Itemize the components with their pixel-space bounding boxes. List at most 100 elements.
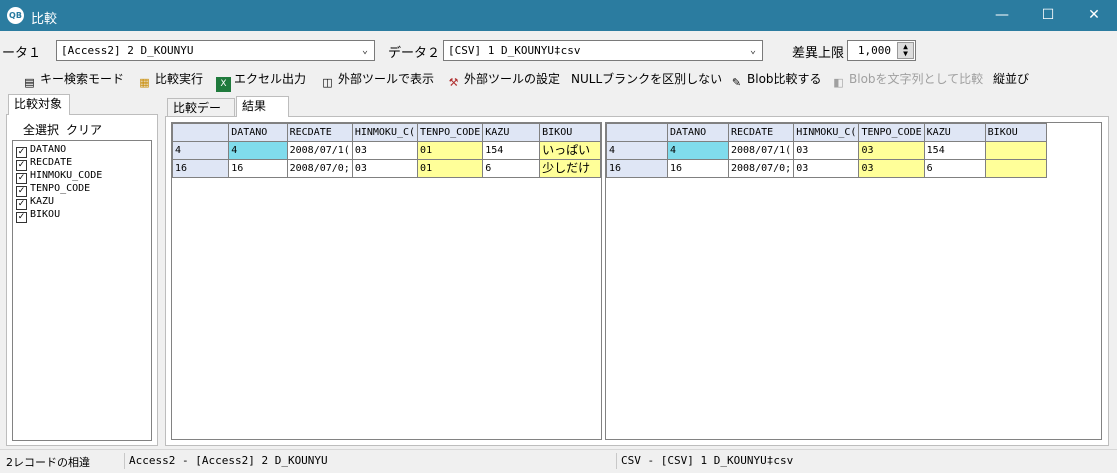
table-row[interactable]: 16 16 2008/07/0; 03 03 6 <box>606 159 1047 178</box>
excel-icon: X <box>216 77 231 92</box>
grid-cell[interactable] <box>984 159 1047 178</box>
blob-icon: ✎ <box>731 76 742 89</box>
column-header[interactable]: DATANO <box>667 123 729 142</box>
grid-cell[interactable]: 6 <box>482 159 541 178</box>
spin-arrows-icon[interactable]: ▲ ▼ <box>897 42 914 59</box>
status-left-source: Access2 - [Access2] 2 D_KOUNYU <box>129 454 328 467</box>
external-tool-view-button[interactable]: ◫ 外部ツールで表示 <box>320 70 434 89</box>
minimize-button[interactable]: — <box>979 0 1025 31</box>
grid-cell[interactable]: 2008/07/1( <box>286 141 353 160</box>
grid-cell[interactable]: 6 <box>923 159 986 178</box>
blob-as-string-button[interactable]: ◧ Blobを文字列として比較 <box>831 70 983 89</box>
row-key: 16 <box>606 159 668 178</box>
tab-compare-data[interactable]: 比較データ <box>167 98 235 133</box>
blob-compare-button[interactable]: ✎ Blob比較する <box>729 70 822 89</box>
external-view-icon: ◫ <box>322 76 333 89</box>
diff-limit-value: 1,000 <box>857 44 891 57</box>
grid-cell[interactable]: 4 <box>667 141 729 160</box>
field-checkbox[interactable]: ✓ HINMOKU_CODE <box>16 169 102 184</box>
grid-cell[interactable]: 03 <box>351 141 419 160</box>
excel-output-button[interactable]: X エクセル出力 <box>216 70 306 92</box>
column-header[interactable]: RECDATE <box>727 123 795 142</box>
chevron-down-icon: ⌄ <box>749 45 756 56</box>
grid-cell[interactable]: 4 <box>228 141 288 160</box>
grid-cell[interactable]: 少しだけ <box>539 159 601 178</box>
column-header[interactable]: DATANO <box>228 123 288 142</box>
close-button[interactable]: ✕ <box>1071 0 1117 31</box>
checkbox-checked-icon: ✓ <box>16 212 27 223</box>
tab-compare-target[interactable]: 比較対象 <box>8 94 70 115</box>
status-diff-count: 2レコードの相違 <box>6 456 90 469</box>
right-result-grid[interactable]: DATANO RECDATE HINMOKU_C( TENPO_CODE KAZ… <box>605 122 1102 440</box>
external-tool-settings-button[interactable]: ⚒ 外部ツールの設定 <box>446 70 560 89</box>
grid-cell[interactable]: 03 <box>793 141 860 160</box>
status-bar: 2レコードの相違 Access2 - [Access2] 2 D_KOUNYU … <box>0 449 1117 473</box>
status-divider <box>124 453 125 469</box>
column-header[interactable]: BIKOU <box>539 123 601 142</box>
null-blank-toggle[interactable]: NULLブランクを区別しない <box>571 70 722 88</box>
grid-cell[interactable]: 03 <box>793 159 860 178</box>
diff-limit-spinner[interactable]: 1,000 ▲ ▼ <box>847 40 916 61</box>
chevron-down-icon: ⌄ <box>361 45 368 56</box>
grid-cell[interactable]: 154 <box>923 141 986 160</box>
grid-cell[interactable]: 16 <box>667 159 729 178</box>
status-divider <box>616 453 617 469</box>
column-header[interactable]: BIKOU <box>984 123 1047 142</box>
field-checklist: ✓ DATANO ✓ RECDATE ✓ HINMOKU_CODE ✓ TENPO_CO… <box>12 140 152 441</box>
column-header[interactable]: TENPO_CODE <box>858 123 925 142</box>
field-checkbox[interactable]: ✓ RECDATE <box>16 156 72 171</box>
data1-value: [Access2] 2 D_KOUNYU <box>61 44 194 57</box>
grid-cell[interactable]: 03 <box>858 141 925 160</box>
grid-header-row: DATANO RECDATE HINMOKU_C( TENPO_CODE KAZ… <box>606 123 1047 142</box>
grid-corner <box>172 123 230 142</box>
column-header[interactable]: HINMOKU_C( <box>793 123 860 142</box>
table-row[interactable]: 16 16 2008/07/0; 03 01 6 少しだけ <box>172 159 601 178</box>
maximize-button[interactable]: ☐ <box>1025 0 1071 31</box>
column-header[interactable]: KAZU <box>923 123 986 142</box>
tool-settings-icon: ⚒ <box>448 76 459 89</box>
field-checkbox[interactable]: ✓ DATANO <box>16 143 66 158</box>
column-header[interactable]: RECDATE <box>286 123 353 142</box>
grid-cell[interactable]: 2008/07/0; <box>286 159 353 178</box>
grid-header-row: DATANO RECDATE HINMOKU_C( TENPO_CODE KAZ… <box>172 123 601 142</box>
row-key: 4 <box>606 141 668 160</box>
grid-cell[interactable]: 03 <box>351 159 419 178</box>
clear-link[interactable]: クリア <box>66 121 102 138</box>
data2-select[interactable]: [CSV] 1 D_KOUNYU‡csv ⌄ <box>443 40 763 61</box>
grid-cell[interactable]: 154 <box>482 141 541 160</box>
compare-run-button[interactable]: ▦ 比較実行 <box>137 70 203 89</box>
key-list-icon: ▤ <box>24 76 35 89</box>
grid-corner <box>606 123 668 142</box>
data2-value: [CSV] 1 D_KOUNYU‡csv <box>448 44 581 57</box>
table-row[interactable]: 4 4 2008/07/1( 03 03 154 <box>606 141 1047 160</box>
grid-cell[interactable] <box>984 141 1047 160</box>
grid-cell[interactable]: 16 <box>228 159 288 178</box>
column-header[interactable]: KAZU <box>482 123 541 142</box>
sort-vertical-button[interactable]: 縦並び <box>993 70 1029 88</box>
select-all-link[interactable]: 全選択 <box>23 121 59 138</box>
grid-cell[interactable]: いっぱい <box>539 141 601 160</box>
grid-cell[interactable]: 01 <box>417 159 484 178</box>
compare-icon: ▦ <box>139 76 150 89</box>
row-key: 4 <box>172 141 230 160</box>
grid-cell[interactable]: 03 <box>858 159 925 178</box>
grid-cell[interactable]: 01 <box>417 141 484 160</box>
grid-cell[interactable]: 2008/07/0; <box>727 159 795 178</box>
grid-cell[interactable]: 2008/07/1( <box>727 141 795 160</box>
column-header[interactable]: TENPO_CODE <box>417 123 484 142</box>
table-row[interactable]: 4 4 2008/07/1( 03 01 154 いっぱい <box>172 141 601 160</box>
field-checkbox[interactable]: ✓ TENPO_CODE <box>16 182 90 197</box>
left-result-grid[interactable]: DATANO RECDATE HINMOKU_C( TENPO_CODE KAZ… <box>171 122 602 440</box>
right-grid-table: DATANO RECDATE HINMOKU_C( TENPO_CODE KAZ… <box>606 123 1047 178</box>
data1-select[interactable]: [Access2] 2 D_KOUNYU ⌄ <box>56 40 375 61</box>
column-header[interactable]: HINMOKU_C( <box>351 123 419 142</box>
field-checkbox[interactable]: ✓ BIKOU <box>16 208 60 223</box>
status-right-source: CSV - [CSV] 1 D_KOUNYU‡csv <box>621 454 794 467</box>
field-checkbox[interactable]: ✓ KAZU <box>16 195 54 210</box>
title-bar: QB 比較 — ☐ ✕ <box>0 0 1117 31</box>
data2-label: データ２ <box>388 46 441 61</box>
tab-result[interactable]: 結果 <box>236 96 289 117</box>
blob-string-icon: ◧ <box>833 76 844 89</box>
key-search-mode-button[interactable]: ▤ キー検索モード <box>22 70 124 89</box>
app-icon: QB <box>7 7 24 24</box>
